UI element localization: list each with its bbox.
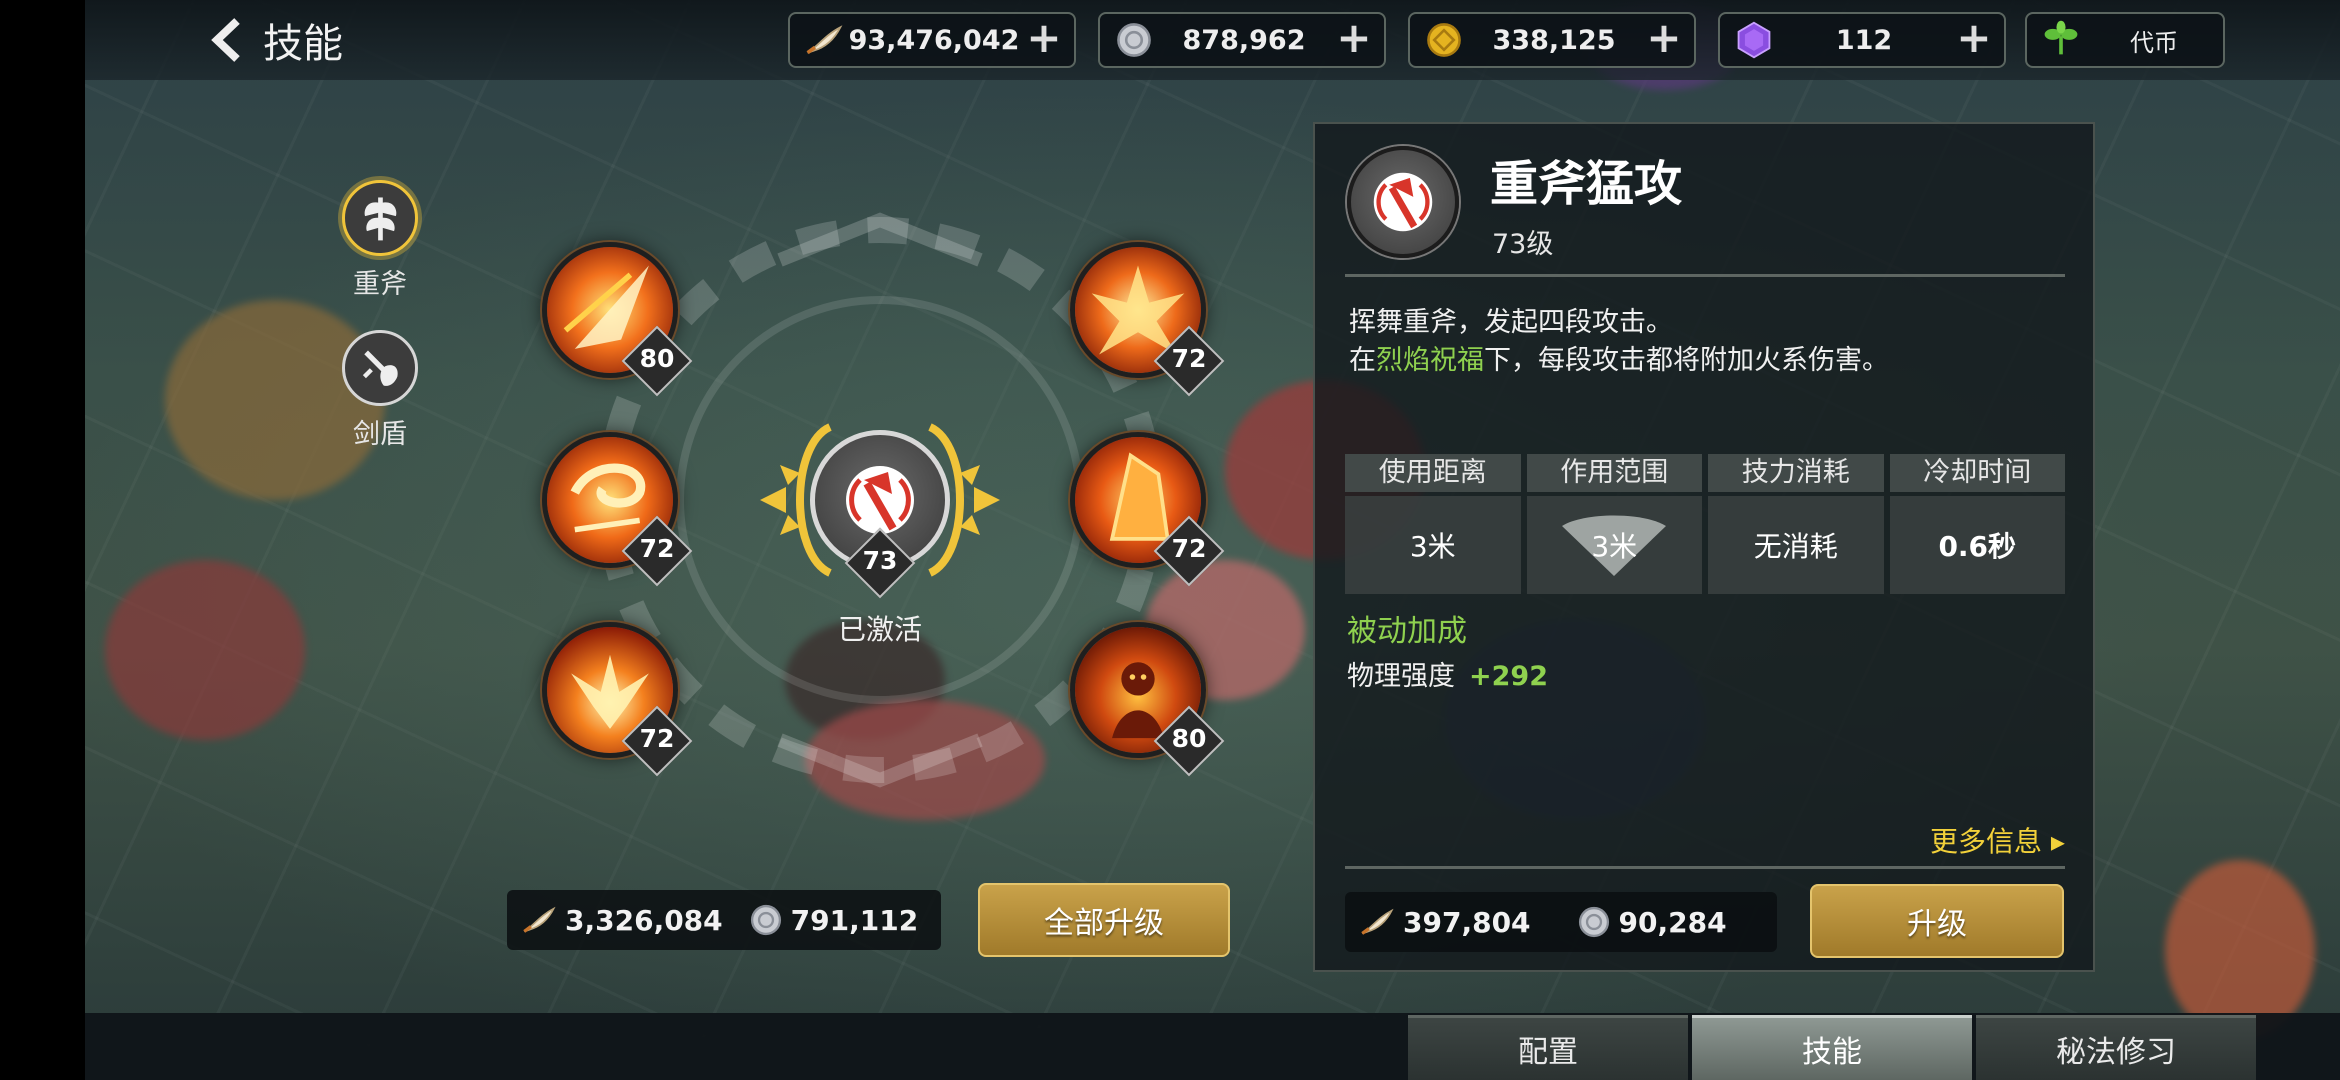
total-cost-bar: 3,326,084 791,112: [507, 890, 941, 950]
total-feather-cost: 3,326,084: [565, 903, 723, 937]
skill-level: 72: [639, 724, 675, 753]
skill-level: 72: [1171, 534, 1207, 563]
feather-icon: [802, 18, 846, 62]
double-axe-icon: [342, 180, 418, 256]
back-button[interactable]: 技能: [205, 10, 375, 70]
skill-level-text: 73级: [1492, 229, 1554, 260]
tab-skills[interactable]: 技能: [1692, 1015, 1972, 1080]
passive-stat-name: 物理强度: [1347, 661, 1455, 692]
stat-cooldown: 冷却时间 0.6秒: [1889, 454, 2065, 594]
skill-level: 72: [639, 534, 675, 563]
feather-icon: [523, 906, 556, 933]
upgrade-feather-cost: 397,804: [1403, 905, 1531, 939]
skill-level: 80: [1171, 724, 1207, 753]
stat-value: 3米: [1345, 496, 1521, 594]
divider: [1345, 274, 2065, 277]
silver-coin-icon: [1578, 906, 1609, 938]
tab-arcane-training[interactable]: 秘法修习: [1976, 1015, 2256, 1080]
stat-value: 3米: [1591, 530, 1638, 563]
stat-header: 作用范围: [1526, 454, 1702, 492]
chevron-left-icon: [211, 18, 240, 62]
stat-value: 无消耗: [1708, 496, 1884, 594]
currency-feather: 93,476,042 +: [788, 12, 1076, 68]
upgrade-button[interactable]: 升级: [1810, 884, 2064, 958]
weapon-label: 剑盾: [353, 419, 407, 450]
add-feather-button[interactable]: +: [1022, 17, 1066, 62]
active-skill-level: 73: [862, 546, 898, 575]
skill-stats-table: 使用距离 3米 作用范围 3米 技力消耗 无消耗 冷却时间 0.6秒: [1345, 454, 2065, 594]
currency-gold: 338,125 +: [1408, 12, 1696, 68]
passive-bonus-line: 物理强度 +292: [1347, 654, 1548, 693]
skill-level: 72: [1171, 344, 1207, 373]
currency-value: 112: [1835, 24, 1893, 56]
desc-line: 挥舞重斧，发起四段攻击。: [1349, 307, 1673, 338]
skill-description: 挥舞重斧，发起四段攻击。 在烈焰祝福下，每段攻击都将附加火系伤害。: [1349, 304, 1889, 380]
add-gem-button[interactable]: +: [1952, 17, 1996, 62]
desc-text: 在: [1349, 345, 1376, 376]
feather-icon: [1361, 908, 1394, 935]
purple-gem-icon: [1732, 18, 1776, 62]
tokens-label: 代币: [2130, 28, 2178, 57]
gold-coin-icon: [1422, 18, 1466, 62]
skill-name: 重斧猛攻: [1490, 156, 1683, 212]
weapon-tab-heavy-axe[interactable]: 重斧: [320, 180, 440, 301]
weapon-label: 重斧: [353, 269, 407, 300]
stat-header: 冷却时间: [1889, 454, 2065, 492]
desc-text: 下，每段攻击都将附加火系伤害。: [1484, 345, 1889, 376]
currency-value: 338,125: [1492, 24, 1616, 56]
silver-coin-icon: [1112, 18, 1156, 62]
currency-value: 93,476,042: [848, 24, 1020, 56]
stat-cost: 技力消耗 无消耗: [1708, 454, 1884, 594]
stat-area-cell: 3米: [1526, 496, 1702, 594]
add-silver-button[interactable]: +: [1332, 17, 1376, 62]
stat-area: 作用范围 3米: [1526, 454, 1702, 594]
silver-coin-icon: [750, 904, 781, 936]
passive-title: 被动加成: [1347, 614, 1467, 649]
sword-shield-icon: [342, 330, 418, 406]
upgrade-silver-cost: 90,284: [1618, 905, 1727, 939]
active-status: 已激活: [837, 613, 922, 646]
desc-line: 在烈焰祝福下，每段攻击都将附加火系伤害。: [1349, 342, 1889, 380]
more-info-link[interactable]: 更多信息 ▸: [1930, 820, 2065, 860]
stat-value: 0.6秒: [1889, 496, 2065, 594]
character-sprite: [105, 560, 305, 740]
heavy-axe-strike-icon: [1347, 146, 1459, 258]
upgrade-cost-bar: 397,804 90,284: [1345, 892, 1777, 952]
page-title: 技能: [263, 21, 343, 67]
skill-detail-panel: 重斧猛攻 73级 挥舞重斧，发起四段攻击。 在烈焰祝福下，每段攻击都将附加火系伤…: [1313, 122, 2095, 972]
stat-header: 技力消耗: [1708, 454, 1884, 492]
currency-gem: 112 +: [1718, 12, 2006, 68]
stat-range: 使用距离 3米: [1345, 454, 1521, 594]
stat-header: 使用距离: [1345, 454, 1521, 492]
currency-silver: 878,962 +: [1098, 12, 1386, 68]
desc-highlight: 烈焰祝福: [1376, 345, 1484, 376]
divider: [1345, 866, 2065, 869]
add-gold-button[interactable]: +: [1642, 17, 1686, 62]
sprout-icon: [2041, 18, 2085, 62]
tokens-button[interactable]: 代币: [2025, 12, 2225, 68]
skill-level: 80: [639, 344, 675, 373]
currency-value: 878,962: [1182, 24, 1306, 56]
upgrade-all-button[interactable]: 全部升级: [978, 883, 1230, 957]
weapon-tab-sword-shield[interactable]: 剑盾: [320, 330, 440, 451]
total-silver-cost: 791,112: [790, 903, 919, 937]
passive-bonus-value: +292: [1469, 661, 1548, 692]
tab-configure[interactable]: 配置: [1408, 1015, 1688, 1080]
